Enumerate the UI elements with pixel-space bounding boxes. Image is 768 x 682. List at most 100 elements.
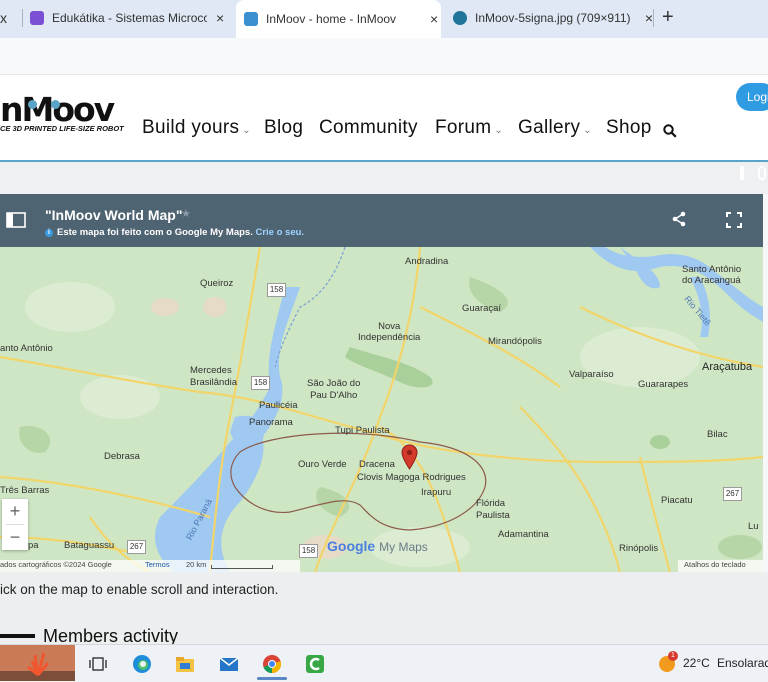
road-shield: 267 [127, 540, 146, 554]
place-label: Araçatuba [702, 361, 753, 373]
decorative-glyph [740, 166, 744, 180]
tab-close-icon[interactable]: × [645, 10, 653, 26]
terms-link[interactable]: Termos [145, 560, 170, 569]
place-label: Flórida Paulista [476, 498, 510, 522]
map-title: "InMoov World Map" [45, 207, 183, 223]
logo-wordmark: nMoov [0, 90, 115, 129]
place-label: Panorama [249, 417, 293, 428]
nav-community[interactable]: Community [319, 117, 418, 139]
browser-tab-edukatika[interactable]: Edukátika - Sistemas Microcont × [30, 0, 225, 36]
nav-forum[interactable]: Forum ⌄ [435, 117, 503, 139]
tab-title: InMoov - home - InMoov [266, 12, 397, 26]
map-info-text: Este mapa foi feito com o Google My Maps… [57, 227, 253, 238]
chevron-down-icon: ⌄ [583, 125, 592, 136]
nav-label: Forum [435, 117, 492, 138]
road-shield: 158 [299, 544, 318, 558]
create-map-link[interactable]: Crie o seu. [255, 227, 304, 238]
location-pin-icon[interactable] [401, 444, 418, 470]
road-shield: 158 [251, 376, 270, 390]
place-label: Nova Independência [358, 321, 420, 343]
scale-label: 20 km [186, 560, 207, 569]
zoom-in-button[interactable]: + [2, 499, 28, 524]
road-shield: 267 [723, 487, 742, 501]
nav-gallery[interactable]: Gallery ⌄ [518, 117, 592, 139]
logo-eye-dot [51, 100, 60, 109]
camtasia-icon[interactable] [305, 654, 325, 674]
weather-temp[interactable]: 22°C [683, 656, 710, 670]
mymaps-wordmark: My Maps [379, 540, 428, 554]
place-label-line: Mercedes [190, 365, 232, 376]
place-label: Guaraçaí [462, 303, 502, 314]
place-label: Adamantina [498, 529, 549, 540]
chrome-icon[interactable] [262, 654, 282, 674]
widget-coral-image[interactable] [0, 645, 75, 681]
tab-separator [653, 9, 654, 27]
edukatika-favicon-icon [30, 11, 44, 25]
browser-tab-partial[interactable]: x [0, 0, 22, 36]
place-label: Valparaíso [569, 369, 614, 380]
fullscreen-icon[interactable] [726, 212, 742, 228]
place-label-line: do Aracanguá [682, 275, 741, 286]
task-view-icon[interactable] [88, 654, 108, 674]
chevron-down-icon: ⌄ [242, 125, 251, 136]
inmoov-logo[interactable]: nMoov CE 3D PRINTED LIFE-SIZE ROBOT [0, 90, 125, 134]
star-icon[interactable]: ★ [181, 207, 191, 220]
map-canvas[interactable]: 158 158 158 267 267 Andradina Santo Antô… [0, 247, 763, 572]
tab-close-icon[interactable]: × [216, 10, 224, 26]
nav-shop[interactable]: Shop [606, 117, 652, 139]
info-icon: i [45, 229, 53, 237]
place-label-line: Nova [378, 321, 401, 332]
login-button[interactable]: Logi [736, 83, 768, 111]
place-label-line: Pau D'Alho [310, 390, 358, 401]
nav-build-yours[interactable]: Build yours ⌄ [142, 117, 251, 139]
place-label-line: Independência [358, 332, 421, 343]
place-label: São João do Pau D'Alho [307, 378, 360, 402]
place-label: Bilac [707, 429, 728, 440]
file-explorer-icon[interactable] [175, 654, 195, 674]
zoom-out-button[interactable]: − [2, 525, 28, 550]
nav-blog[interactable]: Blog [264, 117, 303, 139]
place-label: Piacatu [661, 495, 693, 506]
search-icon[interactable] [663, 124, 677, 138]
tab-close-icon[interactable]: × [430, 11, 438, 27]
google-wordmark: Google [327, 538, 376, 554]
place-label-line: Santo Antônio [682, 264, 742, 275]
browser-tab-inmoov-home[interactable]: InMoov - home - InMoov × [236, 0, 441, 38]
place-label: Guararapes [638, 379, 689, 390]
os-taskbar [0, 644, 768, 682]
share-icon[interactable] [671, 211, 687, 227]
inmoov-favicon-icon [244, 12, 258, 26]
road-shield: 158 [267, 283, 286, 297]
place-label-line: São João do [307, 378, 361, 389]
place-label: Mirandópolis [488, 336, 542, 347]
marker-label: Clovis Magoga Rodrigues [357, 472, 466, 483]
place-label: pa [28, 540, 39, 551]
tab-close-icon[interactable]: x [0, 10, 7, 26]
mail-icon[interactable] [219, 654, 239, 674]
map-hint-text: ick on the map to enable scroll and inte… [0, 582, 279, 597]
new-tab-button[interactable]: + [662, 6, 674, 29]
place-label: Queiroz [200, 278, 234, 289]
logo-tagline: CE 3D PRINTED LIFE-SIZE ROBOT [0, 124, 124, 133]
place-label: Andradina [405, 256, 449, 267]
content-strip [0, 162, 768, 194]
scale-bar [211, 565, 273, 569]
place-label: Ouro Verde [298, 459, 347, 470]
logo-eye-dot [28, 100, 37, 109]
place-label: Dracena [359, 459, 395, 470]
place-label: Tupi Paulista [335, 425, 390, 436]
active-app-indicator [257, 677, 287, 680]
map-info: Este mapa foi feito com o Google My Maps… [57, 227, 304, 238]
edge-browser-icon[interactable] [132, 654, 152, 674]
place-label: Bataguassu [64, 540, 115, 551]
tab-separator [22, 9, 23, 27]
place-label: Rinópolis [619, 543, 659, 554]
weather-condition[interactable]: Ensolarad [717, 656, 768, 670]
map-legend-toggle-icon[interactable] [6, 212, 26, 228]
nav-label: Build yours [142, 117, 240, 138]
map-terrain [0, 247, 763, 572]
keyboard-shortcuts-link[interactable]: Atalhos do teclado [684, 560, 746, 569]
browser-tab-inmoov-jpg[interactable]: InMoov-5signa.jpg (709×911) × [453, 0, 653, 36]
weather-badge: 1 [668, 651, 678, 661]
place-label: Lu [748, 521, 759, 532]
